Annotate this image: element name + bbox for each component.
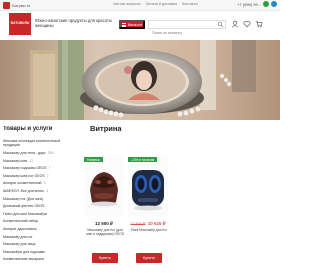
category-item[interactable]: Массажер подошвы OEOS 7 <box>3 166 71 170</box>
site-logo[interactable]: BATUMI.RU <box>9 13 31 35</box>
category-item[interactable]: Массажер для тела - дарс 255 <box>3 151 71 155</box>
category-item[interactable]: Массажер шеи 12 <box>3 159 71 163</box>
category-label: Косметический набор <box>3 219 39 224</box>
category-item[interactable]: Домашний фитнес OEOS <box>3 204 71 208</box>
category-list: Женская коллекция косметической продукци… <box>3 139 71 265</box>
category-label: Домашний фитнес OEOS <box>3 204 45 209</box>
top-nav-contacts[interactable]: Контакты <box>182 2 198 6</box>
category-label: Аппарат косметический <box>3 181 42 186</box>
catalog-button[interactable]: Каталог <box>119 20 145 29</box>
category-item[interactable]: Аппарат косметический 3 <box>3 181 71 185</box>
category-label: Гиппо для шеи Массажёры <box>3 211 48 216</box>
hero-banner-image <box>0 40 280 120</box>
category-count: 1 <box>46 188 49 193</box>
product-card[interactable]: -23% в наличии 13 800 ₽ 10 625 ₽ Plant М… <box>128 156 182 266</box>
user-icon[interactable] <box>231 20 239 28</box>
top-nav: Частые вопросы Оплата и доставка Контакт… <box>113 2 198 6</box>
category-count: 12 <box>29 158 34 163</box>
catalog-button-label: Каталог <box>127 22 143 27</box>
phone-number[interactable]: +7 (999) 99... <box>237 2 261 7</box>
product-image[interactable]: -23% в наличии <box>128 156 168 216</box>
category-item[interactable]: Косметические аппараты <box>3 257 71 261</box>
product-title[interactable]: Plant Массажёр для ног <box>128 228 170 232</box>
heart-icon[interactable] <box>243 20 251 28</box>
category-item[interactable]: Косметический набор <box>3 219 71 223</box>
menu-icon <box>121 22 126 27</box>
category-label: Массажер для лица <box>3 242 36 247</box>
top-nav-delivery[interactable]: Оплата и доставка <box>146 2 177 6</box>
category-label: Массажер шеи-ног OEOS <box>3 173 45 178</box>
category-count: 7 <box>46 173 49 178</box>
site-home-link[interactable]: Батуми.ru <box>3 1 30 9</box>
product-price-value: 10 625 ₽ <box>147 221 166 226</box>
site-mini-logo <box>3 1 10 9</box>
category-item[interactable]: Массажёр для ног <box>3 235 71 239</box>
category-sidebar: Товары и услуги Женская коллекция космет… <box>0 126 73 280</box>
category-label: Массажер ног (Для шеи) <box>3 196 44 201</box>
site-header: BATUMI.RU Южно-азиатские продукты для кр… <box>0 11 280 40</box>
category-item[interactable]: Массажёры для подошвы <box>3 250 71 254</box>
whatsapp-icon[interactable] <box>263 1 269 7</box>
product-price-value: 12 500 ₽ <box>95 221 113 226</box>
category-label: Массажер шеи <box>3 158 28 163</box>
product-old-price: 13 800 ₽ <box>130 222 146 226</box>
product-price: 12 500 ₽ <box>84 221 124 227</box>
cart-icon[interactable] <box>255 20 263 28</box>
product-image[interactable]: Новинка <box>84 156 124 216</box>
category-label: Массажёр для ног <box>3 234 33 239</box>
category-label: Женская коллекция косметической продукци… <box>3 139 61 148</box>
product-badge: -23% в наличии <box>128 157 158 162</box>
buy-button[interactable]: Купить <box>92 253 118 263</box>
category-label: Массажер подошвы OEOS <box>3 166 47 171</box>
category-label: Косметические аппараты <box>3 257 45 262</box>
product-title[interactable]: Массажёр для ног (для шеи и поддержки) O… <box>84 228 126 236</box>
site-tagline: Южно-азиатские продукты для красоты женщ… <box>35 18 112 29</box>
category-item[interactable]: Гиппо для шеи Массажёры <box>3 212 71 216</box>
foot-massager-image <box>84 156 124 216</box>
category-count: 7 <box>48 166 51 171</box>
category-label: Аппарат дарсонваль <box>3 226 37 231</box>
category-count: 255 <box>47 151 54 155</box>
search-input[interactable] <box>149 29 217 37</box>
category-label: Массажёры для подошвы <box>3 249 45 254</box>
category-item[interactable]: Массажер для лица <box>3 242 71 246</box>
hero-banner[interactable] <box>0 40 280 120</box>
category-item[interactable]: Массажер ног (Для шеи) <box>3 197 71 201</box>
category-item[interactable]: Женская коллекция косметической продукци… <box>3 139 71 148</box>
category-count: 3 <box>43 181 46 186</box>
category-item[interactable]: Массажер шеи-ног OEOS 7 <box>3 174 71 178</box>
category-label: Массажер для тела - дарс <box>3 151 46 155</box>
sidebar-title: Товары и услуги <box>3 126 53 132</box>
header-actions <box>231 20 263 28</box>
category-item[interactable]: ШАФФОЛ. Все для волос 1 <box>3 189 71 193</box>
category-label: ШАФФОЛ. Все для волос <box>3 188 45 193</box>
product-badge: Новинка <box>84 157 103 162</box>
top-strip: Батуми.ru Частые вопросы Оплата и достав… <box>0 0 280 11</box>
logo-text: BATUMI.RU <box>10 21 30 26</box>
product-price: 13 800 ₽ 10 625 ₽ <box>128 221 168 227</box>
showcase-title: Витрина <box>90 124 122 133</box>
top-contacts: +7 (999) 99... <box>237 1 277 7</box>
foot-massager-image <box>128 156 168 216</box>
buy-button[interactable]: Купить <box>136 253 162 263</box>
site-name: Батуми.ru <box>12 2 31 8</box>
search-icon[interactable] <box>217 21 224 28</box>
telegram-icon[interactable] <box>271 1 277 7</box>
category-item[interactable]: Аппарат дарсонваль <box>3 227 71 231</box>
top-nav-faq[interactable]: Частые вопросы <box>113 2 141 6</box>
search-box <box>148 20 226 37</box>
